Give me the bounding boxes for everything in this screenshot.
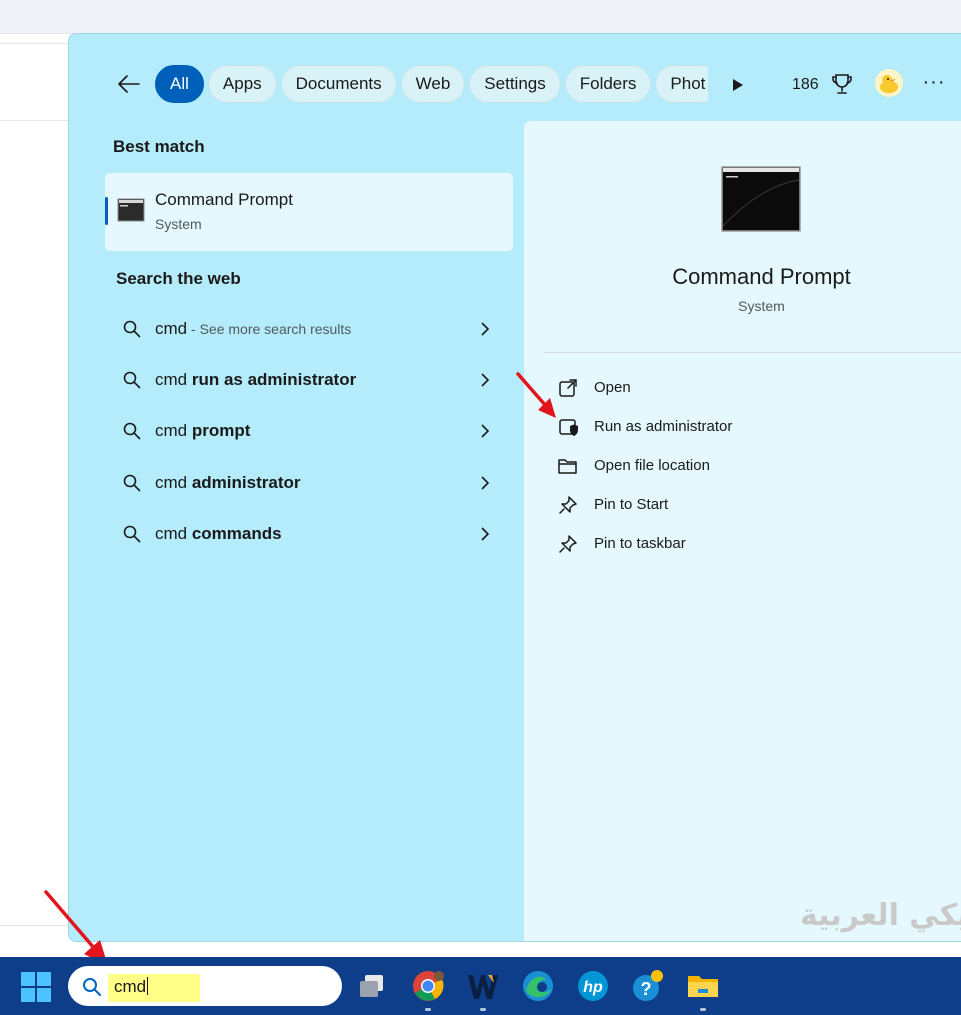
suggestion-bold: commands [191, 524, 282, 543]
action-label: Open [594, 379, 631, 396]
chip-folders[interactable]: Folders [564, 65, 652, 103]
search-input-value: cmd [114, 977, 147, 996]
chip-web[interactable]: Web [400, 65, 466, 103]
edge-icon[interactable] [521, 969, 555, 1003]
watermark-text: يكي العربية [800, 898, 961, 933]
taskbar: cmd hp ? [0, 957, 961, 1015]
svg-text:hp: hp [583, 979, 603, 996]
text-caret [147, 977, 149, 995]
web-suggestion[interactable]: cmd administrator [105, 463, 513, 503]
running-indicator [480, 1008, 486, 1011]
chip-all[interactable]: All [155, 65, 204, 103]
suggestion-query: cmd [155, 524, 192, 543]
command-prompt-large-icon [721, 166, 801, 232]
more-filters-button[interactable] [727, 74, 749, 96]
avatar[interactable] [875, 69, 903, 97]
suggestion-query: cmd [155, 421, 192, 440]
best-match-heading: Best match [113, 137, 205, 156]
duck-avatar-icon [880, 75, 898, 93]
chevron-right-icon [481, 322, 490, 336]
suggestion-hint: - See more search results [187, 321, 352, 337]
detail-divider [544, 352, 961, 353]
web-suggestion[interactable]: cmd prompt [105, 411, 513, 451]
chevron-right-icon [481, 373, 490, 387]
search-icon [123, 422, 141, 440]
web-suggestion[interactable]: cmd run as administrator [105, 360, 513, 400]
more-options-button[interactable]: ··· [921, 72, 947, 96]
running-indicator [700, 1008, 706, 1011]
background-window-header [0, 0, 961, 34]
detail-title: Command Prompt [672, 264, 851, 289]
action-pin-to-start[interactable]: Pin to Start [554, 489, 934, 521]
suggestion-query: cmd [155, 473, 192, 492]
running-indicator [425, 1008, 431, 1011]
search-flyout: All Apps Documents Web Settings Folders Phot 1… [68, 33, 961, 942]
suggestion-bold: prompt [191, 421, 251, 440]
search-icon [123, 320, 141, 338]
suggestion-query: cmd [155, 319, 188, 338]
search-icon [123, 371, 141, 389]
suggestion-query: cmd [155, 370, 192, 389]
action-open[interactable]: Open [554, 372, 934, 404]
web-suggestion[interactable]: cmd - See more search results [105, 309, 513, 349]
annotation-arrow-icon [516, 372, 556, 418]
chevron-right-icon [481, 476, 490, 490]
search-icon [83, 978, 101, 996]
hp-icon[interactable]: hp [576, 969, 610, 1003]
chip-photos[interactable]: Phot [655, 65, 708, 103]
play-icon [733, 79, 743, 91]
file-explorer-icon[interactable] [686, 969, 720, 1003]
chip-apps[interactable]: Apps [207, 65, 277, 103]
arrow-left-icon [118, 75, 140, 93]
taskbar-search-box[interactable]: cmd [68, 966, 342, 1006]
windows-start-icon[interactable] [20, 971, 52, 1003]
chevron-right-icon [481, 424, 490, 438]
search-icon [123, 525, 141, 543]
search-input[interactable]: cmd [114, 977, 149, 997]
chip-documents[interactable]: Documents [280, 65, 397, 103]
best-match-type: System [155, 216, 202, 232]
search-web-heading: Search the web [116, 269, 241, 288]
suggestion-bold: administrator [191, 473, 301, 492]
action-label: Run as administrator [594, 418, 733, 435]
svg-text:?: ? [641, 979, 652, 999]
filter-chips: All Apps Documents Web Settings Folders Phot [155, 65, 708, 103]
web-suggestion[interactable]: cmd commands [105, 514, 513, 554]
task-view-icon[interactable] [356, 969, 390, 1003]
action-run-as-administrator[interactable]: Run as administrator [554, 411, 934, 443]
pin-icon [559, 535, 577, 553]
best-match-name: Command Prompt [155, 190, 293, 209]
chrome-icon[interactable] [411, 969, 445, 1003]
help-icon[interactable]: ? [631, 969, 665, 1003]
search-icon [123, 474, 141, 492]
trophy-icon[interactable] [831, 72, 853, 96]
best-match-result[interactable]: Command Prompt System [105, 173, 513, 251]
back-button[interactable] [115, 70, 143, 98]
action-label: Pin to taskbar [594, 535, 686, 552]
action-pin-to-taskbar[interactable]: Pin to taskbar [554, 528, 934, 560]
detail-subtitle: System [738, 298, 785, 314]
action-label: Pin to Start [594, 496, 669, 513]
chip-settings[interactable]: Settings [469, 65, 561, 103]
action-open-file-location[interactable]: Open file location [554, 450, 934, 482]
command-prompt-icon [117, 198, 145, 222]
folder-icon [558, 459, 577, 474]
rewards-points[interactable]: 186 [792, 76, 819, 94]
selection-indicator [105, 197, 108, 225]
w-app-icon[interactable] [466, 969, 500, 1003]
detail-pane: Command Prompt System Open Run as admini… [524, 121, 961, 941]
pin-icon [559, 496, 577, 514]
suggestion-bold: run as administrator [191, 370, 357, 389]
watermark: 9يكي العربية [800, 898, 961, 933]
action-label: Open file location [594, 457, 710, 474]
chevron-right-icon [481, 527, 490, 541]
